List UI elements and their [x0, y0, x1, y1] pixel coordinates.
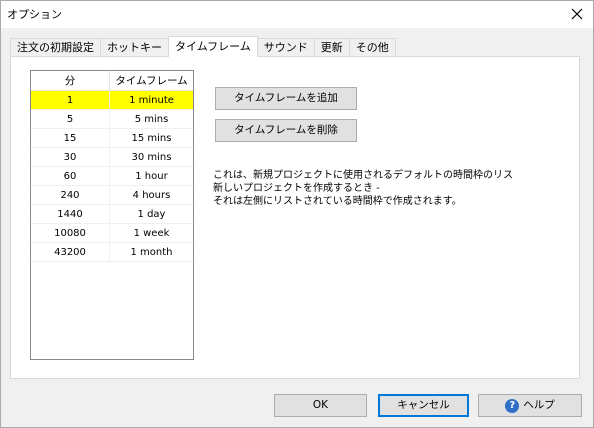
ok-button[interactable]: OK — [274, 394, 367, 417]
title-bar: オプション — [0, 0, 594, 28]
cancel-button[interactable]: キャンセル — [378, 394, 469, 417]
list-item-timeframe: 1 week — [133, 228, 170, 239]
description-line: これは、新規プロジェクトに使用されるデフォルトの時間枠のリス — [213, 170, 513, 181]
list-item[interactable]: 240 4 hours — [31, 186, 193, 205]
list-item[interactable]: 30 30 mins — [31, 148, 193, 167]
window-title: オプション — [7, 8, 62, 21]
tab-timeframes[interactable]: タイムフレーム — [168, 36, 258, 57]
description-text: これは、新規プロジェクトに使用されるデフォルトの時間枠のリス 新しいプロジェクト… — [213, 169, 513, 208]
list-item-minutes: 43200 — [31, 243, 110, 261]
timeframes-panel: 分 タイムフレーム 1 1 minute 5 5 mins 15 15 mins… — [10, 56, 580, 379]
list-item[interactable]: 43200 1 month — [31, 243, 193, 262]
tab-sound[interactable]: サウンド — [256, 38, 315, 57]
help-button[interactable]: ? ヘルプ — [478, 394, 582, 417]
description-line: それは左側にリストされている時間枠で作成されます。 — [213, 196, 462, 207]
column-header-minutes[interactable]: 分 — [31, 71, 110, 90]
add-timeframe-button[interactable]: タイムフレームを追加 — [215, 87, 357, 110]
list-item-timeframe: 4 hours — [132, 190, 171, 201]
list-item-timeframe: 1 month — [130, 247, 173, 258]
list-header: 分 タイムフレーム — [31, 71, 193, 91]
list-item-timeframe: 1 day — [137, 209, 166, 220]
list-item-minutes: 240 — [31, 186, 110, 204]
list-item-minutes: 10080 — [31, 224, 110, 242]
list-item[interactable]: 10080 1 week — [31, 224, 193, 243]
close-icon — [571, 8, 583, 20]
column-header-timeframe[interactable]: タイムフレーム — [110, 71, 193, 90]
delete-timeframe-button[interactable]: タイムフレームを削除 — [215, 119, 357, 142]
description-line: 新しいプロジェクトを作成するとき - — [213, 183, 380, 194]
list-item-timeframe: 1 hour — [135, 171, 168, 182]
help-label: ヘルプ — [523, 399, 555, 411]
list-item[interactable]: 15 15 mins — [31, 129, 193, 148]
list-item-minutes: 60 — [31, 167, 110, 185]
list-item-minutes: 30 — [31, 148, 110, 166]
list-item-minutes: 5 — [31, 110, 110, 128]
list-item[interactable]: 1440 1 day — [31, 205, 193, 224]
timeframe-list[interactable]: 分 タイムフレーム 1 1 minute 5 5 mins 15 15 mins… — [30, 70, 194, 360]
list-item-timeframe: 1 minute — [129, 95, 174, 106]
list-item-minutes: 1 — [31, 91, 110, 109]
list-item[interactable]: 1 1 minute — [31, 91, 193, 110]
list-item-timeframe: 15 mins — [131, 133, 172, 144]
help-icon: ? — [505, 398, 520, 413]
list-item[interactable]: 5 5 mins — [31, 110, 193, 129]
tab-update[interactable]: 更新 — [313, 38, 350, 57]
list-item-minutes: 1440 — [31, 205, 110, 223]
list-item-timeframe: 5 mins — [134, 114, 169, 125]
tab-other[interactable]: その他 — [348, 38, 396, 57]
tab-order-defaults[interactable]: 注文の初期設定 — [10, 38, 101, 57]
tab-hotkeys[interactable]: ホットキー — [100, 38, 169, 57]
list-item-minutes: 15 — [31, 129, 110, 147]
close-button[interactable] — [560, 0, 594, 28]
list-item[interactable]: 60 1 hour — [31, 167, 193, 186]
list-item-timeframe: 30 mins — [131, 152, 172, 163]
tab-bar: 注文の初期設定 ホットキー タイムフレーム サウンド 更新 その他 — [10, 36, 396, 57]
